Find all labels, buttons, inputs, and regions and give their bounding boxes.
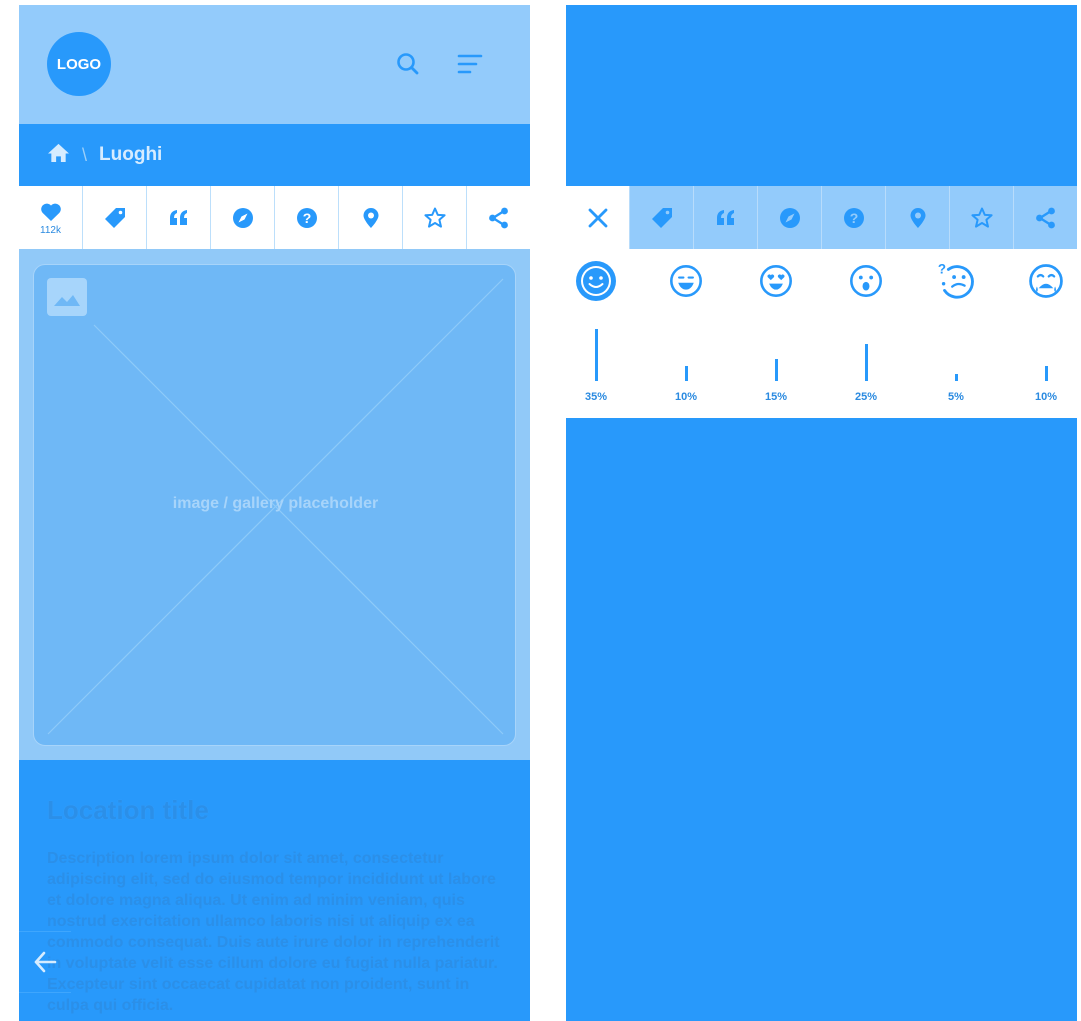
confused-icon: ? <box>938 261 974 299</box>
gallery-placeholder[interactable]: image / gallery placeholder <box>33 264 516 746</box>
reaction-percent: 25% <box>854 391 878 403</box>
tab-like[interactable]: 112k <box>19 186 83 249</box>
breadcrumb: \ Luoghi <box>19 124 530 186</box>
menu-icon[interactable] <box>457 51 483 77</box>
reactions-panel: 35% 10% 15% 25% ? 5% 10% <box>566 249 1077 418</box>
quote-icon <box>716 209 734 225</box>
reaction-percent: 5% <box>948 391 964 403</box>
tab-favorite[interactable] <box>403 186 467 249</box>
reactions-overlay-top <box>566 5 1077 186</box>
reaction-bar <box>1045 366 1048 381</box>
question-icon: ? <box>296 207 317 228</box>
svg-text:?: ? <box>302 210 311 226</box>
reaction-love[interactable]: 15% <box>736 249 816 418</box>
reactions-screen: ? 35% 10% 15% 25% ? 5% 10% <box>566 5 1077 1021</box>
surprised-icon <box>850 265 882 297</box>
app-header: LOGO <box>19 5 530 124</box>
action-tabbar: 112k ? <box>19 186 530 249</box>
tab-location[interactable] <box>886 186 950 249</box>
reaction-percent: 10% <box>1034 391 1058 403</box>
tab-share[interactable] <box>467 186 530 249</box>
compass-icon <box>779 207 800 228</box>
logo[interactable]: LOGO <box>47 32 111 96</box>
tab-help[interactable]: ? <box>275 186 339 249</box>
tab-quotes[interactable] <box>694 186 758 249</box>
svg-text:?: ? <box>849 210 858 226</box>
tab-help[interactable]: ? <box>822 186 886 249</box>
tab-explore[interactable] <box>211 186 275 249</box>
gallery-label: image / gallery placeholder <box>172 495 379 512</box>
reaction-grin[interactable]: 10% <box>646 249 726 418</box>
close-icon <box>588 208 607 227</box>
share-icon <box>488 207 508 228</box>
image-icon <box>47 278 87 316</box>
star-icon <box>423 207 446 228</box>
reaction-bar <box>685 366 688 381</box>
back-button[interactable] <box>19 931 71 993</box>
tab-close[interactable] <box>566 186 630 249</box>
question-icon: ? <box>843 207 864 228</box>
breadcrumb-current[interactable]: Luoghi <box>99 144 162 166</box>
reaction-surprised[interactable]: 25% <box>826 249 906 418</box>
reactions-overlay-bottom <box>566 418 1077 1021</box>
like-count: 112k <box>40 224 61 236</box>
star-icon <box>970 207 993 228</box>
reaction-crying[interactable]: 10% <box>1006 249 1077 418</box>
crying-icon <box>1029 264 1063 298</box>
location-pin-icon <box>910 207 925 228</box>
tab-explore[interactable] <box>758 186 822 249</box>
reaction-bar <box>775 359 778 381</box>
reaction-bar <box>865 344 868 381</box>
search-icon[interactable] <box>395 51 421 77</box>
breadcrumb-separator: \ <box>82 144 88 165</box>
home-icon[interactable] <box>47 142 70 168</box>
quote-icon <box>169 209 187 225</box>
tab-tags[interactable] <box>83 186 147 249</box>
location-pin-icon <box>363 207 378 228</box>
heart-icon <box>40 203 61 221</box>
reaction-bar <box>595 329 598 381</box>
tag-icon <box>104 207 125 228</box>
tab-quotes[interactable] <box>147 186 211 249</box>
location-title: Location title <box>47 795 209 825</box>
compass-icon <box>232 207 253 228</box>
reaction-percent: 10% <box>674 391 698 403</box>
location-screen: LOGO \ Luoghi 112k ? image / gallery pla… <box>19 5 530 1021</box>
tab-tags[interactable] <box>630 186 694 249</box>
grin-icon <box>670 265 702 297</box>
reaction-percent: 15% <box>764 391 788 403</box>
reaction-confused[interactable]: ? 5% <box>916 249 996 418</box>
heart-eyes-icon <box>760 265 792 297</box>
reaction-percent: 35% <box>584 391 608 403</box>
arrow-left-icon <box>34 951 57 973</box>
reaction-smile[interactable]: 35% <box>566 249 636 418</box>
tag-icon <box>651 207 672 228</box>
tab-share[interactable] <box>1014 186 1077 249</box>
smile-icon <box>576 261 616 301</box>
reaction-bar <box>955 374 958 381</box>
reactions-tabbar: ? <box>566 186 1077 249</box>
share-icon <box>1035 207 1055 228</box>
tab-favorite[interactable] <box>950 186 1014 249</box>
svg-text:?: ? <box>938 261 946 276</box>
tab-location[interactable] <box>339 186 403 249</box>
gallery-section: image / gallery placeholder <box>19 249 530 760</box>
location-content: Location title Description lorem ipsum d… <box>19 760 530 1021</box>
location-description: Description lorem ipsum dolor sit amet, … <box>47 850 500 1014</box>
